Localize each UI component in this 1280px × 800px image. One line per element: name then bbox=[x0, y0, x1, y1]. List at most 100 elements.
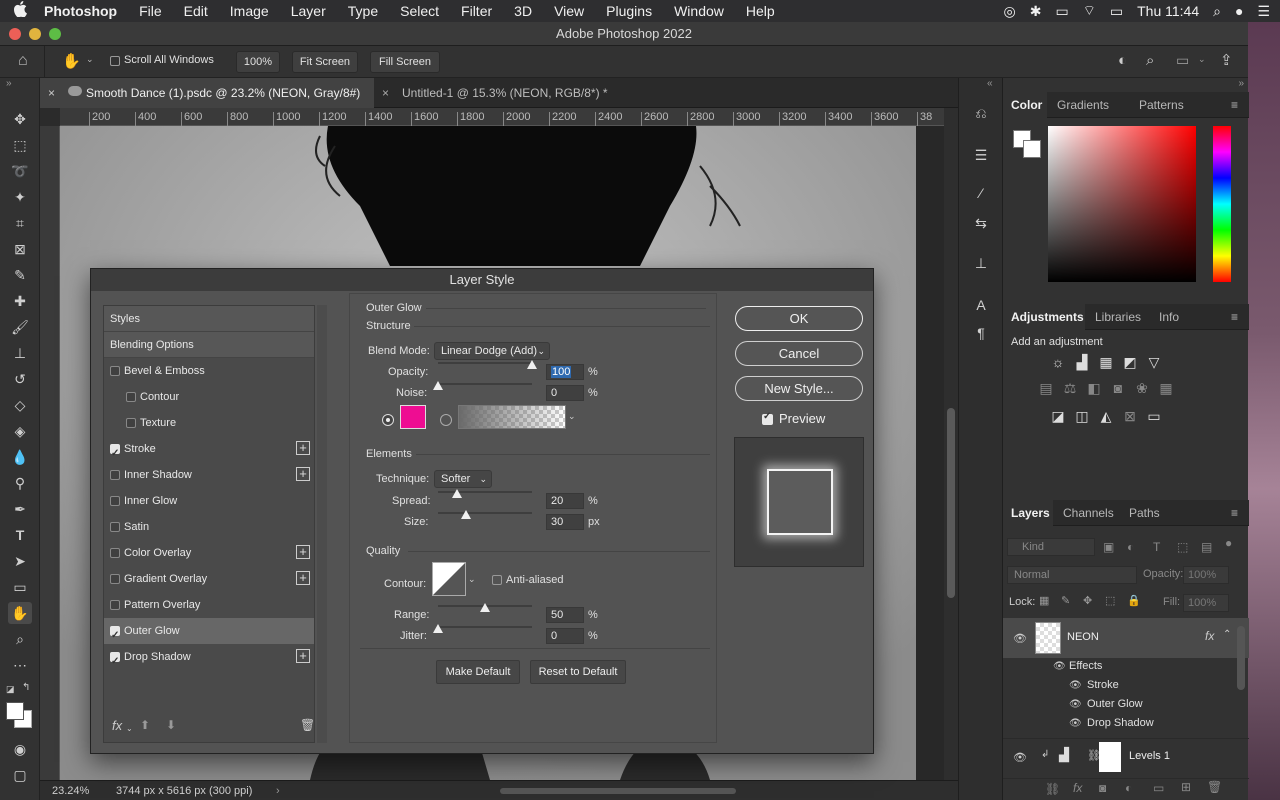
add-layer-style-icon[interactable]: fx bbox=[1073, 781, 1082, 795]
filter-pixel-icon[interactable]: ▣ bbox=[1103, 540, 1114, 554]
styles-scrollbar[interactable] bbox=[317, 305, 327, 743]
airplay-icon[interactable]: ▭ bbox=[1055, 3, 1068, 20]
quick-mask-icon[interactable]: ◉ bbox=[8, 738, 32, 760]
search-icon[interactable]: ⌕ bbox=[1146, 52, 1154, 69]
close-tab-icon[interactable]: × bbox=[48, 78, 55, 108]
effect-outer-glow[interactable]: Outer Glow bbox=[1087, 698, 1143, 710]
opacity-field[interactable]: 100% bbox=[1183, 566, 1229, 584]
visibility-eye-icon[interactable]: 👁 bbox=[1013, 751, 1027, 764]
visibility-eye-icon[interactable]: 👁 bbox=[1069, 680, 1082, 691]
channel-mixer-icon[interactable]: ❀ bbox=[1133, 380, 1151, 396]
cancel-button[interactable]: Cancel bbox=[735, 341, 863, 366]
menubar-clock[interactable]: Thu 11:44 bbox=[1137, 3, 1199, 19]
style-item[interactable]: Contour bbox=[104, 384, 314, 410]
horizontal-scrollbar-thumb[interactable] bbox=[500, 788, 736, 794]
style-checkbox[interactable] bbox=[110, 522, 120, 532]
anti-aliased-checkbox[interactable] bbox=[492, 575, 502, 585]
exposure-icon[interactable]: ◩ bbox=[1121, 354, 1139, 370]
layer-filter-kind-select[interactable]: Kind bbox=[1007, 538, 1095, 556]
layer-name[interactable]: Levels 1 bbox=[1129, 750, 1170, 762]
zoom-100-button[interactable]: 100% bbox=[236, 51, 280, 73]
chevron-down-icon[interactable]: ⌄ bbox=[1198, 54, 1206, 65]
chevron-down-icon[interactable]: ⌄ bbox=[86, 54, 94, 65]
spread-slider[interactable] bbox=[438, 489, 532, 498]
tab-adjustments[interactable]: Adjustments bbox=[1003, 304, 1085, 330]
style-item[interactable]: Color Overlay + bbox=[104, 540, 314, 566]
filter-type-icon[interactable]: T bbox=[1153, 540, 1160, 554]
swap-colors-icon[interactable]: ↰ bbox=[22, 682, 30, 693]
pen-tool-icon[interactable]: ✒ bbox=[8, 498, 32, 520]
visibility-eye-icon[interactable]: 👁 bbox=[1069, 718, 1082, 729]
opacity-field[interactable]: 100 bbox=[546, 364, 584, 380]
marquee-tool-icon[interactable]: ⬚ bbox=[8, 134, 32, 156]
reset-default-button[interactable]: Reset to Default bbox=[530, 660, 626, 684]
blending-options-item[interactable]: Blending Options bbox=[104, 332, 314, 358]
preview-checkbox[interactable]: ✓ bbox=[762, 411, 773, 425]
new-group-icon[interactable]: ▭ bbox=[1153, 781, 1164, 795]
tab-paths[interactable]: Paths bbox=[1129, 500, 1160, 526]
vibrance-icon[interactable]: ▽ bbox=[1145, 354, 1163, 370]
style-checkbox[interactable] bbox=[110, 600, 120, 610]
effect-drop-shadow[interactable]: Drop Shadow bbox=[1087, 717, 1154, 729]
magic-wand-tool-icon[interactable]: ✦ bbox=[8, 186, 32, 208]
visibility-eye-icon[interactable]: 👁 bbox=[1053, 661, 1066, 672]
gradient-radio[interactable] bbox=[440, 414, 452, 426]
levels-icon[interactable]: ▟ bbox=[1073, 354, 1091, 370]
scroll-all-checkbox[interactable] bbox=[110, 56, 120, 66]
menu-select[interactable]: Select bbox=[389, 3, 450, 19]
scrollbar-thumb[interactable] bbox=[947, 408, 955, 598]
menu-image[interactable]: Image bbox=[219, 3, 280, 19]
history-icon[interactable]: ⎌ bbox=[969, 102, 993, 124]
lasso-tool-icon[interactable]: ➰ bbox=[8, 160, 32, 182]
noise-field[interactable]: 0 bbox=[546, 385, 584, 401]
delete-effect-icon[interactable]: 🗑 bbox=[300, 718, 315, 732]
paragraph-icon[interactable]: ¶ bbox=[969, 322, 993, 344]
styles-header[interactable]: Styles bbox=[104, 306, 314, 332]
color-lookup-icon[interactable]: ▦ bbox=[1157, 380, 1175, 396]
filter-toggle-icon[interactable]: ● bbox=[1225, 536, 1232, 550]
slider-thumb[interactable] bbox=[433, 381, 443, 390]
apple-menu-icon[interactable] bbox=[0, 1, 40, 21]
layer-mask-thumbnail[interactable] bbox=[1099, 742, 1121, 772]
close-window-button[interactable] bbox=[9, 28, 21, 40]
glow-gradient-picker[interactable] bbox=[458, 405, 566, 429]
style-item[interactable]: Texture bbox=[104, 410, 314, 436]
layer-name[interactable]: NEON bbox=[1067, 631, 1099, 643]
lock-position-icon[interactable]: ✥ bbox=[1083, 594, 1092, 607]
brush-tool-icon[interactable]: 🖌 bbox=[8, 316, 32, 338]
filter-smart-object-icon[interactable]: ▤ bbox=[1201, 540, 1212, 554]
invert-icon[interactable]: ◪ bbox=[1049, 408, 1067, 424]
style-item[interactable]: Outer Glow bbox=[104, 618, 314, 649]
home-icon[interactable]: ⌂ bbox=[18, 52, 28, 70]
clone-source-icon[interactable]: ⊥ bbox=[969, 252, 993, 274]
style-checkbox[interactable] bbox=[110, 496, 120, 506]
slider-thumb[interactable] bbox=[527, 360, 537, 369]
solid-color-radio[interactable] bbox=[382, 414, 394, 426]
blur-tool-icon[interactable]: 💧 bbox=[8, 446, 32, 468]
slider-thumb[interactable] bbox=[480, 603, 490, 612]
move-down-icon[interactable]: ⬇ bbox=[166, 718, 176, 732]
zoom-level[interactable]: 23.24% bbox=[52, 781, 89, 800]
add-mask-icon[interactable]: ◙ bbox=[1099, 781, 1106, 795]
tab-gradients[interactable]: Gradients bbox=[1057, 92, 1109, 118]
close-tab-icon[interactable]: × bbox=[382, 78, 389, 108]
size-field[interactable]: 30 bbox=[546, 514, 584, 530]
tab-color[interactable]: Color bbox=[1003, 92, 1047, 118]
new-layer-icon[interactable]: ⊞ bbox=[1181, 780, 1191, 794]
collapse-icon[interactable]: » bbox=[1238, 78, 1244, 89]
zoom-tool-icon[interactable]: ⌕ bbox=[8, 628, 32, 650]
collapse-panels-icon[interactable]: « bbox=[987, 78, 993, 89]
menu-layer[interactable]: Layer bbox=[280, 3, 337, 19]
visibility-eye-icon[interactable]: 👁 bbox=[1069, 699, 1082, 710]
tab-untitled-1[interactable]: × Untitled-1 @ 15.3% (NEON, RGB/8*) * bbox=[374, 78, 654, 108]
range-slider[interactable] bbox=[438, 603, 532, 612]
tab-smooth-dance[interactable]: × Smooth Dance (1).psdc @ 23.2% (NEON, G… bbox=[40, 78, 374, 108]
style-item[interactable]: Gradient Overlay + bbox=[104, 566, 314, 592]
delete-layer-icon[interactable]: 🗑 bbox=[1207, 780, 1222, 794]
hue-saturation-icon[interactable]: ▤ bbox=[1037, 380, 1055, 396]
blend-mode-select[interactable]: Linear Dodge (Add) ⌄ bbox=[434, 342, 550, 360]
chevron-up-icon[interactable]: ⌃ bbox=[1223, 629, 1231, 640]
rectangle-tool-icon[interactable]: ▭ bbox=[8, 576, 32, 598]
filter-shape-icon[interactable]: ⬚ bbox=[1177, 540, 1188, 554]
menu-view[interactable]: View bbox=[543, 3, 595, 19]
